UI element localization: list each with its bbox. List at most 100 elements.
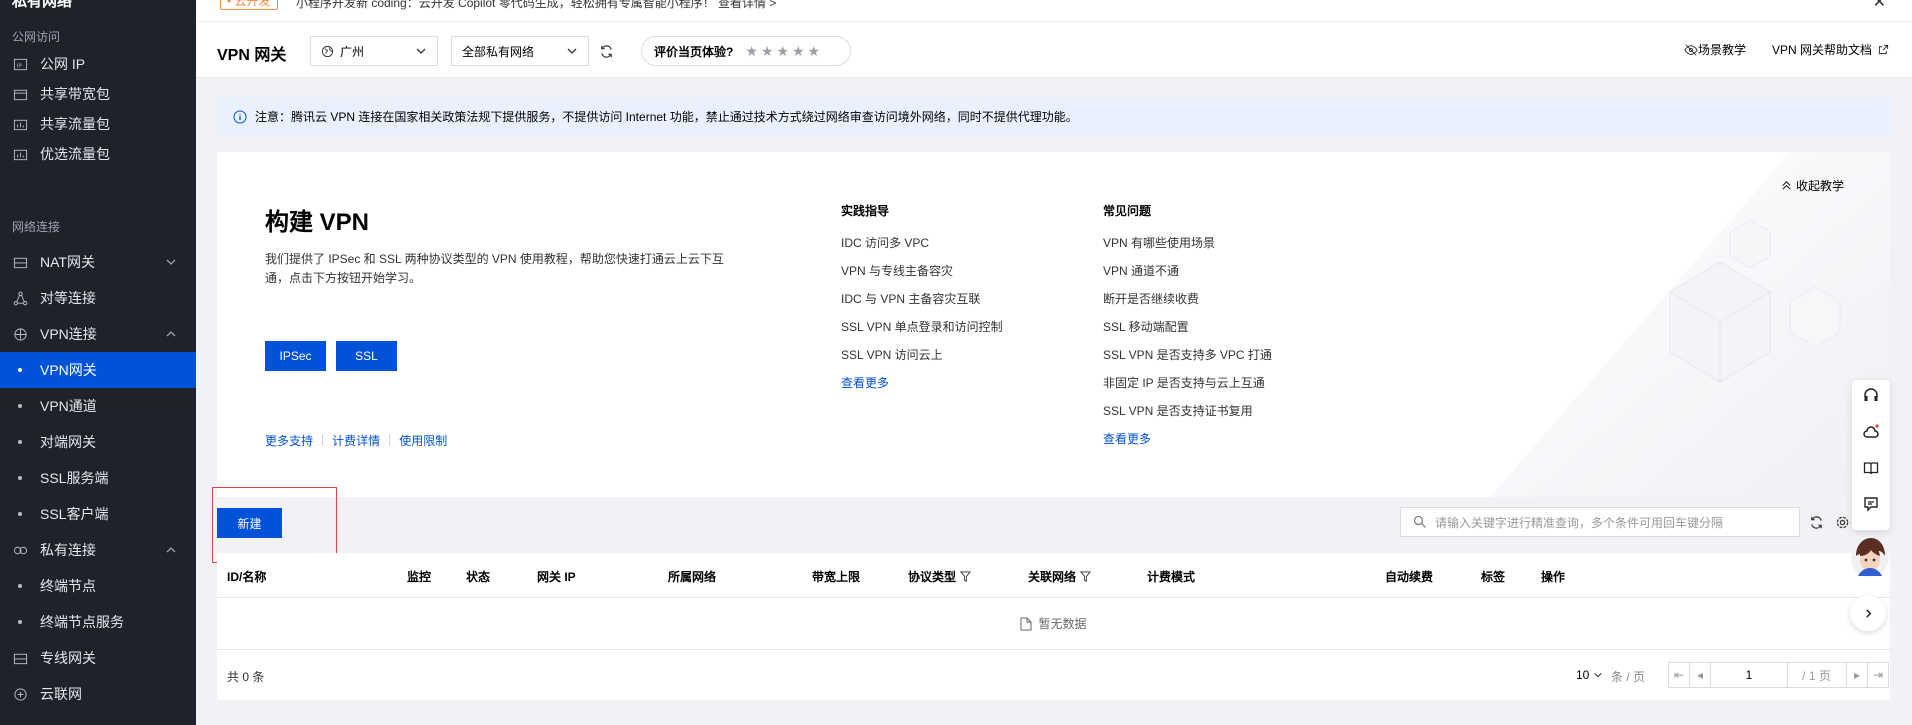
column-gateway-ip: 网关 IP xyxy=(537,570,576,584)
sidebar-item-vpn-gateway[interactable]: VPN网关 xyxy=(0,352,196,388)
sidebar-item-vpn-tunnel[interactable]: VPN通道 xyxy=(0,388,196,424)
cloud-icon[interactable] xyxy=(1863,424,1879,440)
faq-link[interactable]: SSL VPN 是否支持证书复用 xyxy=(1103,403,1272,431)
sidebar-item-peering[interactable]: 对等连接 xyxy=(0,280,196,316)
sidebar-item-private-link[interactable]: 私有连接 xyxy=(0,532,196,568)
filter-icon[interactable] xyxy=(1080,571,1092,582)
tutorial-card: 构建 VPN 我们提供了 IPSec 和 SSL 两种协议类型的 VPN 使用教… xyxy=(217,152,1890,497)
column-associated-network-label: 关联网络 xyxy=(1028,570,1077,584)
faq-more-link[interactable]: 查看更多 xyxy=(1103,431,1272,459)
headset-icon[interactable] xyxy=(1863,388,1879,404)
practice-link[interactable]: IDC 访问多 VPC xyxy=(841,235,1003,263)
faq-link[interactable]: VPN 有哪些使用场景 xyxy=(1103,235,1272,263)
help-doc-link[interactable]: VPN 网关帮助文档 xyxy=(1772,41,1889,58)
gear-icon[interactable] xyxy=(1832,512,1852,532)
scene-tutorial-link[interactable]: 场景教学 xyxy=(1684,41,1746,58)
ccn-icon xyxy=(12,686,28,702)
star-rating[interactable]: ★★★★★ xyxy=(745,43,823,60)
page-title: VPN 网关 xyxy=(217,47,287,64)
bullet-icon xyxy=(18,476,22,480)
sidebar-item-dc-gateway[interactable]: 专线网关 xyxy=(0,640,196,676)
chevron-up-icon xyxy=(166,331,176,337)
faq-link[interactable]: SSL VPN 是否支持多 VPC 打通 xyxy=(1103,347,1272,375)
first-page-button[interactable]: ⇤ xyxy=(1668,662,1690,688)
globe-icon xyxy=(321,45,334,57)
sidebar-item-label: 云联网 xyxy=(40,686,82,702)
billing-detail-link[interactable]: 计费详情 xyxy=(332,432,380,449)
sidebar-item-label: VPN网关 xyxy=(40,362,97,378)
sidebar-title: 私有网络 xyxy=(12,0,73,10)
column-associated-network[interactable]: 关联网络 xyxy=(1028,568,1092,585)
search-input[interactable]: 请输入关键字进行精准查询，多个条件可用回车键分隔 xyxy=(1400,507,1800,537)
external-link-icon xyxy=(1878,44,1889,55)
last-page-button[interactable]: ⇥ xyxy=(1867,662,1889,688)
page-size-value: 10 xyxy=(1576,668,1590,682)
chevron-down-icon xyxy=(567,48,577,54)
practice-link[interactable]: VPN 与专线主备容灾 xyxy=(841,263,1003,291)
sidebar-item-customer-gateway[interactable]: 对端网关 xyxy=(0,424,196,460)
sidebar-item-label: VPN连接 xyxy=(40,326,97,342)
sidebar-item-vpn[interactable]: VPN连接 xyxy=(0,316,196,352)
sidebar-item-ssl-server[interactable]: SSL服务端 xyxy=(0,460,196,496)
practice-more-link[interactable]: 查看更多 xyxy=(841,375,1003,403)
next-page-button[interactable]: ▸ xyxy=(1846,662,1868,688)
chevron-down-icon xyxy=(416,48,426,54)
vpn-icon xyxy=(12,326,28,342)
close-icon[interactable]: ✕ xyxy=(1873,0,1886,12)
sidebar-item-label: 对端网关 xyxy=(40,434,96,450)
refresh-icon[interactable] xyxy=(1806,512,1826,532)
chevron-right-icon xyxy=(1865,608,1871,618)
network-select[interactable]: 全部私有网络 xyxy=(451,36,589,66)
empty-state: 暂无数据 xyxy=(217,598,1890,650)
practice-link[interactable]: SSL VPN 单点登录和访问控制 xyxy=(841,319,1003,347)
faq-link[interactable]: SSL 移动端配置 xyxy=(1103,319,1272,347)
column-monitor: 监控 xyxy=(407,570,432,584)
expand-panel-button[interactable] xyxy=(1850,595,1886,631)
sidebar-item-label: NAT网关 xyxy=(40,254,95,270)
refresh-icon[interactable] xyxy=(596,41,616,61)
search-placeholder: 请输入关键字进行精准查询，多个条件可用回车键分隔 xyxy=(1435,515,1724,530)
sidebar-group-public: 公网访问 xyxy=(12,30,61,44)
notice-text: 注意：腾讯云 VPN 连接在国家相关政策法规下提供服务，不提供访问 Intern… xyxy=(255,110,1078,124)
chevron-double-up-icon xyxy=(1782,181,1791,190)
sidebar-item-label: 私有连接 xyxy=(40,542,96,558)
sidebar-item-ssl-client[interactable]: SSL客户端 xyxy=(0,496,196,532)
more-support-link[interactable]: 更多支持 xyxy=(265,432,313,449)
faq-link[interactable]: 非固定 IP 是否支持与云上互通 xyxy=(1103,375,1272,403)
collapse-tutorial-button[interactable]: 收起教学 xyxy=(1781,177,1844,194)
page-header: VPN 网关 广州 全部私有网络 评价当页体验? ★★★★★ 场景教学 VPN … xyxy=(196,22,1912,78)
chevron-down-icon xyxy=(166,259,176,265)
assistant-avatar[interactable] xyxy=(1850,532,1890,580)
ipsec-button[interactable]: IPSec xyxy=(265,341,326,371)
prev-page-button[interactable]: ◂ xyxy=(1689,662,1711,688)
rating-widget[interactable]: 评价当页体验? ★★★★★ xyxy=(641,36,851,66)
bullet-icon xyxy=(18,620,22,624)
usage-limit-link[interactable]: 使用限制 xyxy=(399,432,447,449)
ssl-button[interactable]: SSL xyxy=(336,341,397,371)
faq-link[interactable]: VPN 通道不通 xyxy=(1103,263,1272,291)
practice-link[interactable]: IDC 与 VPN 主备容灾互联 xyxy=(841,291,1003,319)
peering-icon xyxy=(12,290,28,306)
region-select[interactable]: 广州 xyxy=(310,36,438,66)
page-size-select[interactable]: 10 xyxy=(1576,668,1603,682)
page-input[interactable]: 1 xyxy=(1710,662,1788,688)
practice-link[interactable]: SSL VPN 访问云上 xyxy=(841,347,1003,375)
column-status: 状态 xyxy=(466,570,491,584)
filter-icon[interactable] xyxy=(960,571,972,582)
decorative-illustration xyxy=(1370,152,1890,497)
sidebar-item-ccn[interactable]: 云联网 xyxy=(0,676,196,712)
book-icon[interactable] xyxy=(1863,460,1879,476)
feedback-icon[interactable] xyxy=(1863,496,1879,512)
traffic-package-icon xyxy=(12,116,28,132)
faq-link[interactable]: 断开是否继续收费 xyxy=(1103,291,1272,319)
table-footer: 共 0 条 10 条 / 页 ⇤ ◂ 1 / 1 页 ▸ ⇥ xyxy=(217,650,1890,700)
column-id-name: ID/名称 xyxy=(227,570,267,584)
bullet-icon xyxy=(18,512,22,516)
sidebar-item-preferred-traffic[interactable]: 优选流量包 xyxy=(0,136,196,172)
sidebar-item-endpoint-service[interactable]: 终端节点服务 xyxy=(0,604,196,640)
sidebar-item-endpoint[interactable]: 终端节点 xyxy=(0,568,196,604)
sidebar-item-nat-gateway[interactable]: NAT网关 xyxy=(0,244,196,280)
column-protocol[interactable]: 协议类型 xyxy=(908,568,972,585)
total-count: 共 0 条 xyxy=(227,670,265,684)
announcement-text[interactable]: 小程序开发新 coding：云开发 Copilot 零代码生成，轻松拥有专属智能… xyxy=(296,0,776,11)
